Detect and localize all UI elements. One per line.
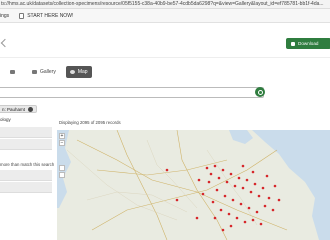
tab-label: Map	[77, 69, 88, 75]
record-marker[interactable]	[197, 178, 201, 182]
map-icon	[69, 70, 75, 74]
filter-chip[interactable]: n: Pauhamt	[0, 105, 38, 113]
download-icon	[291, 41, 295, 46]
record-marker[interactable]	[175, 198, 179, 202]
record-marker[interactable]	[213, 164, 217, 168]
record-marker[interactable]	[253, 182, 257, 186]
map-canvas	[57, 130, 330, 240]
record-marker[interactable]	[263, 204, 267, 208]
search-button[interactable]	[255, 87, 265, 97]
bookmark-label: START HERE NOW!	[27, 12, 74, 19]
record-marker[interactable]	[251, 170, 255, 174]
sidebar-row[interactable]	[0, 139, 52, 150]
record-marker[interactable]	[241, 186, 245, 190]
address-bar[interactable]: ts://hms.ac.uk/datasets/collection-speci…	[0, 0, 330, 9]
record-marker[interactable]	[259, 222, 263, 226]
map-view[interactable]	[57, 130, 330, 240]
document-icon	[19, 12, 25, 19]
record-marker[interactable]	[237, 176, 241, 180]
record-marker[interactable]	[251, 218, 255, 222]
tab-label: Gallery	[40, 69, 56, 75]
view-tabs: Gallery Map	[0, 64, 92, 80]
record-count: Displaying 2095 of 2095 records	[59, 120, 121, 125]
record-marker[interactable]	[273, 184, 277, 188]
zoom-out-button[interactable]: −	[59, 140, 65, 146]
record-marker[interactable]	[257, 194, 261, 198]
record-marker[interactable]	[227, 212, 231, 216]
filter-chip-label: n: Pauhamt	[2, 106, 26, 112]
record-marker[interactable]	[221, 168, 225, 172]
record-marker[interactable]	[205, 166, 209, 170]
bookmark-settings[interactable]: ings	[0, 13, 9, 19]
record-marker[interactable]	[277, 198, 281, 202]
list-icon	[10, 70, 15, 74]
record-marker[interactable]	[249, 190, 253, 194]
search-input[interactable]	[0, 87, 264, 98]
record-marker[interactable]	[261, 186, 265, 190]
sidebar-label: ology	[0, 117, 11, 122]
bookmark-start-here[interactable]: START HERE NOW!	[19, 12, 74, 19]
gallery-icon	[32, 70, 37, 74]
reset-tool-button[interactable]	[59, 172, 65, 178]
record-marker[interactable]	[233, 184, 237, 188]
share-button[interactable]	[320, 38, 330, 49]
record-marker[interactable]	[207, 180, 211, 184]
record-marker[interactable]	[255, 210, 259, 214]
record-marker[interactable]	[219, 208, 223, 212]
page-toolbar: Download	[0, 24, 330, 58]
tab-gallery[interactable]: Gallery	[28, 66, 60, 78]
record-marker[interactable]	[195, 216, 199, 220]
record-marker[interactable]	[229, 224, 233, 228]
sidebar-note: more than match this search	[0, 162, 55, 167]
record-marker[interactable]	[165, 168, 169, 172]
record-marker[interactable]	[245, 178, 249, 182]
record-marker[interactable]	[209, 172, 213, 176]
record-marker[interactable]	[267, 196, 271, 200]
record-marker[interactable]	[213, 216, 217, 220]
close-icon[interactable]	[28, 106, 34, 112]
bookmarks-bar: ings START HERE NOW!	[0, 9, 330, 23]
record-marker[interactable]	[247, 206, 251, 210]
record-marker[interactable]	[215, 188, 219, 192]
zoom-in-button[interactable]: +	[59, 133, 65, 139]
record-marker[interactable]	[229, 172, 233, 176]
sidebar-row[interactable]	[0, 182, 52, 193]
record-marker[interactable]	[225, 180, 229, 184]
record-marker[interactable]	[211, 200, 215, 204]
record-marker[interactable]	[231, 198, 235, 202]
draw-tool-button[interactable]	[59, 165, 65, 171]
back-arrow-icon[interactable]	[0, 38, 10, 48]
record-marker[interactable]	[217, 176, 221, 180]
record-marker[interactable]	[243, 220, 247, 224]
sidebar-row[interactable]	[0, 170, 52, 181]
sidebar-row[interactable]	[0, 127, 52, 138]
tab-list[interactable]	[6, 66, 22, 78]
record-marker[interactable]	[271, 208, 275, 212]
record-marker[interactable]	[265, 174, 269, 178]
record-marker[interactable]	[235, 216, 239, 220]
download-label: Download	[298, 41, 319, 46]
record-marker[interactable]	[223, 194, 227, 198]
record-marker[interactable]	[221, 228, 225, 232]
record-marker[interactable]	[201, 192, 205, 196]
tab-map[interactable]: Map	[65, 66, 92, 78]
bookmark-label: ings	[0, 12, 10, 19]
record-marker[interactable]	[241, 164, 245, 168]
record-marker[interactable]	[239, 202, 243, 206]
download-button[interactable]: Download	[286, 38, 324, 49]
